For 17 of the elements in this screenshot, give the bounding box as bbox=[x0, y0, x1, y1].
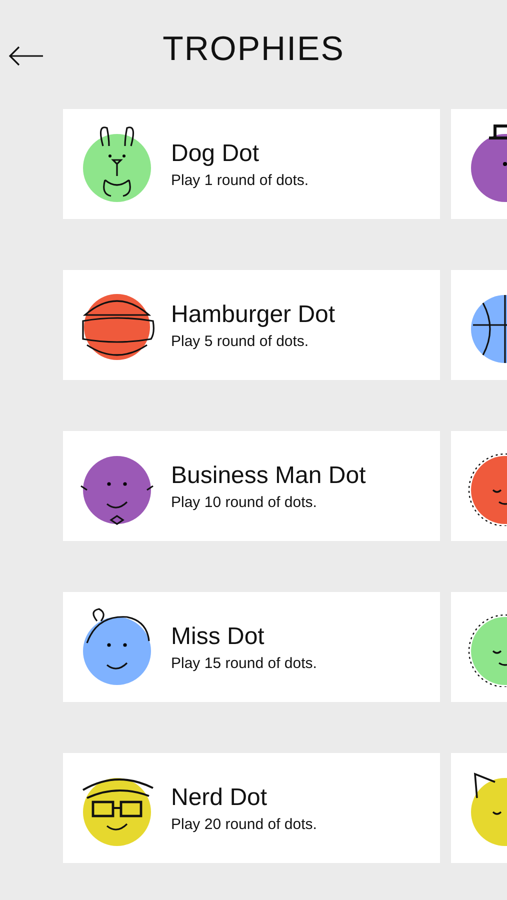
trophy-card[interactable]: Hamburger Dot Play 5 round of dots. bbox=[63, 270, 440, 380]
trophy-name: Business Man Dot bbox=[171, 462, 366, 490]
trophy-description: Play 1 round of dots. bbox=[171, 172, 309, 188]
trophy-name: Dog Dot bbox=[171, 140, 260, 168]
trophy-name: Nerd Dot bbox=[171, 784, 268, 812]
trophy-description: Play 15 round of dots. bbox=[171, 654, 317, 672]
back-button[interactable] bbox=[8, 46, 44, 66]
trophy-name: Hamburger Dot bbox=[171, 300, 336, 328]
trophy-description: Play 20 round of dots. bbox=[171, 816, 317, 832]
trophy-card[interactable]: Dog Dot Play 1 round of dots. bbox=[63, 109, 440, 219]
page-title: TROPHIES bbox=[162, 30, 344, 69]
trophy-description: Play 10 round of dots. bbox=[171, 494, 318, 510]
trophy-card[interactable]: Nerd Dot Play 20 round of dots. bbox=[63, 753, 440, 863]
trophy-card[interactable]: Business Man Dot Play 10 round of dots. bbox=[63, 431, 440, 541]
trophy-name: Miss Dot bbox=[171, 622, 266, 650]
trophy-description: Play 5 round of dots. bbox=[171, 332, 310, 350]
trophy-card[interactable]: Miss Dot Play 15 round of dots. bbox=[63, 592, 440, 702]
